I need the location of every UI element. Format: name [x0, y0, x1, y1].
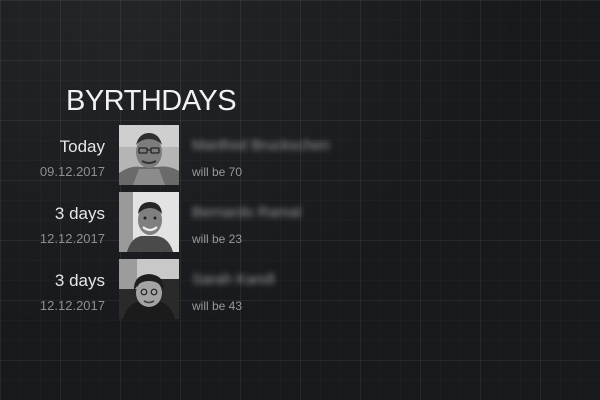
avatar [119, 125, 179, 185]
birthday-entry[interactable]: 3 days 12.12.2017 Sarah Kandl will be 43 [0, 259, 600, 321]
birthday-date: 12.12.2017 [39, 231, 105, 246]
person-name: Sarah Kandl [192, 271, 275, 288]
avatar [119, 259, 179, 319]
days-until-label: 3 days [54, 204, 105, 223]
age-text: will be 70 [192, 165, 243, 179]
birthday-entry[interactable]: Today 09.12.2017 Manfred Bruckschen will… [0, 125, 600, 187]
widget-title: BYRTHDAYS [66, 85, 237, 117]
birthdays-widget: BYRTHDAYS Today 09.12.2017 Manfred Bruck… [0, 0, 600, 400]
birthday-date: 12.12.2017 [39, 298, 105, 313]
person-name: Bernardo Ramal [192, 204, 302, 221]
birthday-date: 09.12.2017 [39, 164, 105, 179]
avatar [119, 192, 179, 252]
birthday-entry[interactable]: 3 days 12.12.2017 Bernardo Ramal will be… [0, 192, 600, 254]
age-text: will be 23 [192, 232, 243, 246]
days-until-label: 3 days [54, 271, 105, 290]
days-until-label: Today [59, 137, 105, 156]
age-text: will be 43 [192, 299, 243, 313]
person-name: Manfred Bruckschen [192, 137, 330, 154]
